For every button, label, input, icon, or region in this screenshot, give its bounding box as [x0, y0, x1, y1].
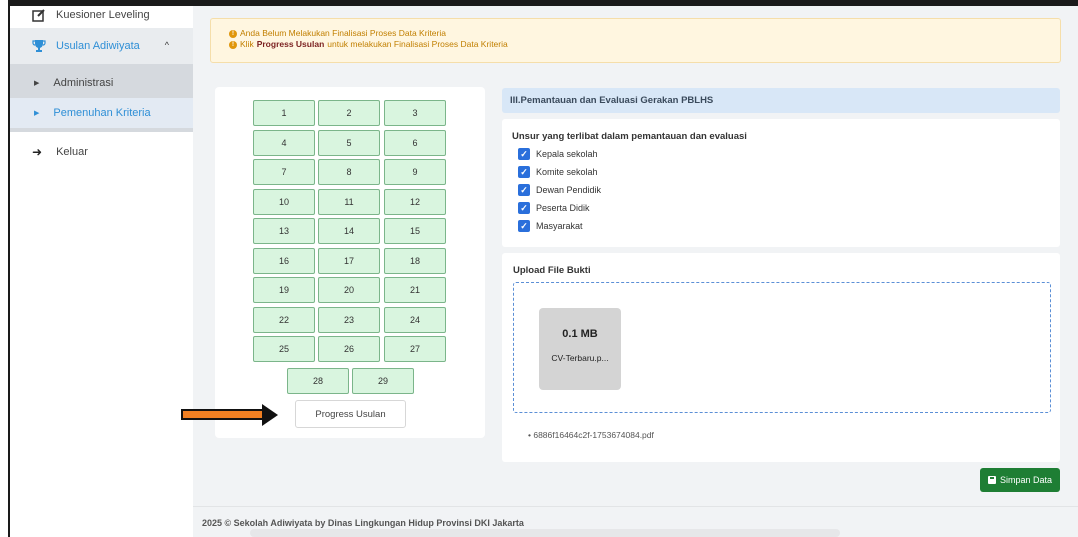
sign-out-icon: ➜	[32, 145, 43, 159]
sidebar-item-label: Kuesioner Leveling	[56, 9, 150, 21]
criteria-button-9[interactable]: 9	[384, 159, 446, 185]
criteria-button-1[interactable]: 1	[253, 100, 315, 126]
sidebar-item-label: Pemenuhan Kriteria	[53, 107, 151, 119]
criteria-button-24[interactable]: 24	[384, 306, 446, 333]
alert-text-prefix: Klik	[240, 39, 254, 49]
criteria-button-7[interactable]: 7	[253, 159, 315, 185]
criteria-button-14[interactable]: 14	[318, 218, 380, 244]
criteria-button-16[interactable]: 16	[253, 247, 315, 274]
checkbox-label: Masyarakat	[536, 221, 583, 231]
checkbox-peserta-didik[interactable]: ✓ Peserta Didik	[518, 202, 590, 214]
checkbox-checked-icon[interactable]: ✓	[518, 202, 530, 214]
sidebar-item-usulan[interactable]: Usulan Adiwiyata ^	[10, 28, 193, 64]
criteria-button-11[interactable]: 11	[318, 188, 380, 215]
criteria-button-18[interactable]: 18	[384, 247, 446, 274]
uploaded-file-item[interactable]: • 6886f16464c2f-1753674084.pdf	[528, 430, 654, 440]
criteria-button-15[interactable]: 15	[384, 218, 446, 244]
checkbox-checked-icon[interactable]: ✓	[518, 166, 530, 178]
criteria-button-29[interactable]: 29	[352, 367, 414, 394]
criteria-button-28[interactable]: 28	[287, 367, 349, 394]
checkbox-dewan-pendidik[interactable]: ✓ Dewan Pendidik	[518, 184, 601, 196]
warning-alert: ! Anda Belum Melakukan Finalisasi Proses…	[210, 18, 1061, 63]
checkbox-label: Peserta Didik	[536, 203, 590, 213]
simpan-data-button[interactable]: Simpan Data	[980, 468, 1060, 492]
save-disk-icon	[987, 476, 996, 484]
chevron-up-icon: ^	[164, 40, 169, 50]
alert-text-suffix: untuk melakukan Finalisasi Proses Data K…	[327, 39, 508, 49]
uploaded-file-name[interactable]: 6886f16464c2f-1753674084.pdf	[533, 430, 654, 440]
file-name: CV-Terbaru.p...	[551, 353, 609, 363]
sidebar-item-keluar[interactable]: ➜ Keluar	[10, 140, 193, 164]
sidebar-item-kuesioner[interactable]: Kuesioner Leveling	[10, 6, 193, 24]
file-preview[interactable]: 0.1 MB CV-Terbaru.p...	[539, 308, 621, 390]
criteria-button-26[interactable]: 26	[318, 336, 380, 362]
annotation-arrow-head	[262, 404, 278, 426]
criteria-button-8[interactable]: 8	[318, 159, 380, 185]
question-label: Unsur yang terlibat dalam pemantauan dan…	[512, 131, 747, 142]
sidebar-item-label: Keluar	[56, 146, 88, 158]
footer-divider	[193, 506, 1078, 507]
alert-line-2: ! Klik Progress Usulan untuk melakukan F…	[229, 39, 1060, 50]
criteria-button-25[interactable]: 25	[253, 336, 315, 362]
caret-right-icon: ▶	[34, 80, 40, 87]
checkbox-checked-icon[interactable]: ✓	[518, 148, 530, 160]
checkbox-kepala-sekolah[interactable]: ✓ Kepala sekolah	[518, 148, 598, 160]
criteria-button-13[interactable]: 13	[253, 218, 315, 244]
alert-line-1: ! Anda Belum Melakukan Finalisasi Proses…	[229, 28, 1060, 39]
criteria-button-19[interactable]: 19	[253, 277, 315, 303]
checkbox-komite-sekolah[interactable]: ✓ Komite sekolah	[518, 166, 598, 178]
sidebar-item-administrasi[interactable]: ▶ Administrasi	[10, 70, 193, 96]
criteria-button-2[interactable]: 2	[318, 100, 380, 126]
file-dropzone[interactable]: 0.1 MB CV-Terbaru.p...	[513, 282, 1051, 413]
criteria-button-4[interactable]: 4	[253, 129, 315, 156]
save-button-label: Simpan Data	[999, 475, 1053, 485]
criteria-button-5[interactable]: 5	[318, 129, 380, 156]
sidebar-item-label: Usulan Adiwiyata	[56, 40, 140, 52]
checkbox-checked-icon[interactable]: ✓	[518, 184, 530, 196]
criteria-button-3[interactable]: 3	[384, 100, 446, 126]
sidebar: Kuesioner Leveling Usulan Adiwiyata ^ ▶ …	[10, 6, 193, 537]
annotation-arrow	[181, 409, 267, 420]
criteria-button-22[interactable]: 22	[253, 306, 315, 333]
file-size: 0.1 MB	[562, 328, 598, 340]
section-title: III.Pemantauan dan Evaluasi Gerakan PBLH…	[502, 88, 1060, 113]
sidebar-item-label: Administrasi	[53, 77, 114, 89]
alert-text: Anda Belum Melakukan Finalisasi Proses D…	[240, 28, 446, 38]
trophy-icon	[32, 40, 46, 52]
edit-icon	[32, 9, 45, 22]
criteria-button-23[interactable]: 23	[318, 306, 380, 333]
sidebar-item-pemenuhan-kriteria[interactable]: ▶ Pemenuhan Kriteria	[10, 98, 193, 128]
criteria-button-6[interactable]: 6	[384, 129, 446, 156]
alert-text-bold: Progress Usulan	[256, 39, 325, 49]
evaluation-card: Unsur yang terlibat dalam pemantauan dan…	[502, 119, 1060, 247]
criteria-button-12[interactable]: 12	[384, 188, 446, 215]
criteria-button-21[interactable]: 21	[384, 277, 446, 303]
footer-text: 2025 © Sekolah Adiwiyata by Dinas Lingku…	[202, 518, 524, 528]
footer-scroll-shadow	[250, 529, 840, 537]
criteria-button-10[interactable]: 10	[253, 188, 315, 215]
checkbox-masyarakat[interactable]: ✓ Masyarakat	[518, 220, 583, 232]
criteria-button-27[interactable]: 27	[384, 336, 446, 362]
exclamation-circle-icon: !	[229, 40, 237, 49]
caret-right-icon: ▶	[34, 110, 40, 117]
checkbox-label: Dewan Pendidik	[536, 185, 602, 195]
progress-usulan-button[interactable]: Progress Usulan	[295, 400, 406, 428]
criteria-button-20[interactable]: 20	[318, 277, 380, 303]
upload-title: Upload File Bukti	[513, 265, 591, 276]
checkbox-label: Kepala sekolah	[536, 149, 598, 159]
exclamation-circle-icon: !	[229, 29, 237, 38]
checkbox-checked-icon[interactable]: ✓	[518, 220, 530, 232]
upload-card: Upload File Bukti 0.1 MB CV-Terbaru.p...…	[502, 253, 1060, 462]
checkbox-label: Komite sekolah	[536, 167, 598, 177]
criteria-button-17[interactable]: 17	[318, 247, 380, 274]
